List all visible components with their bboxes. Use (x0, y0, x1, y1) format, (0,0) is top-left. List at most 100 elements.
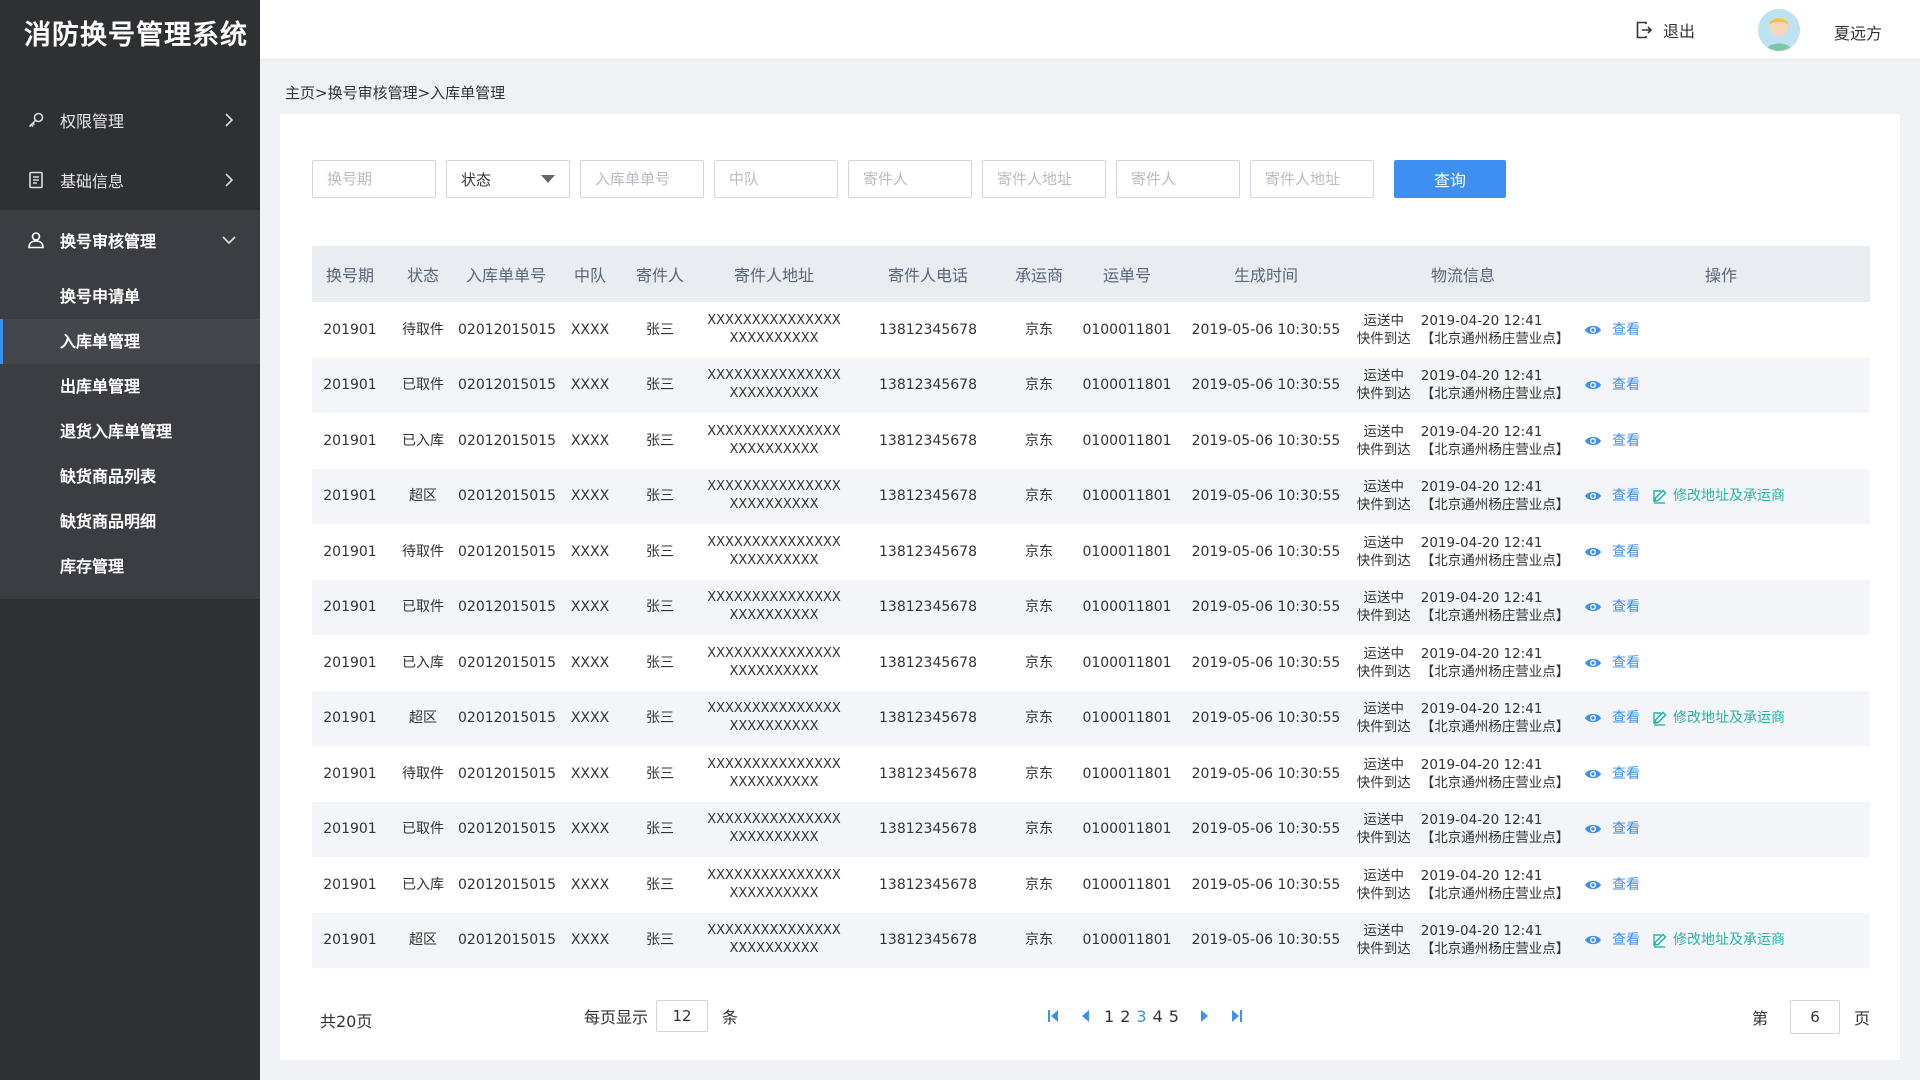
table-row: 201901 已取件 02012015015 XXXX 张三 XXXXXXXXXXXXXX… (312, 801, 1870, 858)
logistics-status-1: 运送中 (1363, 812, 1405, 829)
edit-address-carrier-button[interactable]: 修改地址及承运商 (1652, 709, 1785, 727)
waybill-cell: 0100011801 (1082, 765, 1172, 782)
page-number[interactable]: 5 (1169, 1007, 1179, 1026)
logistics-place: 【北京通州杨庄营业点】 (1420, 774, 1570, 791)
actions-cell: 查看 修改地址及承运商 (1572, 469, 1870, 525)
order-no-cell: 02012015015 (458, 377, 556, 394)
sender-address-cell: XXXXXXXXXXXXXXX XXXXXXXXXX (694, 358, 854, 414)
sidebar-sub-item-outbound[interactable]: 出库单管理 (0, 364, 260, 409)
next-page-icon[interactable] (1196, 1006, 1214, 1026)
chevron-right-icon (222, 173, 236, 187)
actions-cell: 查看 (1572, 802, 1870, 858)
view-button[interactable]: 查看 (1584, 765, 1640, 783)
sender-address-cell: XXXXXXXXXXXXXXX XXXXXXXXXX (694, 302, 854, 358)
order-no-cell: 02012015015 (458, 932, 556, 949)
view-button[interactable]: 查看 (1584, 598, 1640, 616)
order-no-input[interactable] (580, 160, 704, 198)
sidebar-sub-item-inventory[interactable]: 库存管理 (0, 544, 260, 589)
sender-input-2[interactable] (1116, 160, 1240, 198)
view-button[interactable]: 查看 (1584, 321, 1640, 339)
status-cell: 已入库 (402, 654, 444, 671)
status-select[interactable]: 状态 (446, 160, 570, 198)
view-label: 查看 (1612, 543, 1640, 560)
view-button[interactable]: 查看 (1584, 820, 1640, 838)
period-cell: 201901 (323, 932, 377, 949)
actions-cell: 查看 (1572, 580, 1870, 636)
phone-cell: 13812345678 (879, 488, 977, 505)
logistics-place: 【北京通州杨庄营业点】 (1420, 830, 1570, 847)
phone-cell: 13812345678 (879, 432, 977, 449)
logistics-status: 运送中 快件到达 (1357, 423, 1411, 459)
view-button[interactable]: 查看 (1584, 543, 1640, 561)
per-page-input[interactable] (656, 1000, 709, 1032)
sidebar-item-basic-info[interactable]: 基础信息 (0, 150, 260, 210)
sidebar-sub-item-inbound[interactable]: 入库单管理 (0, 319, 260, 364)
view-button[interactable]: 查看 (1584, 487, 1640, 505)
logistics-cell: 运送中 快件到达 2019-04-20 12:41 【北京通州杨庄营业点】 (1354, 857, 1572, 913)
address-line-2: XXXXXXXXXX (729, 552, 819, 568)
sender-cell: 张三 (646, 543, 674, 560)
query-button[interactable]: 查询 (1394, 160, 1506, 198)
goto-page-control: 第 页 (1752, 1000, 1870, 1034)
sender-input[interactable] (848, 160, 972, 198)
team-input[interactable] (714, 160, 838, 198)
table-header-row: 换号期 状态 入库单单号 中队 寄件人 寄件人地址 寄件人电话 承运商 运单号 … (312, 246, 1870, 302)
actions-cell: 查看 (1572, 302, 1870, 358)
first-page-icon[interactable] (1044, 1006, 1062, 1026)
table-row: 201901 已入库 02012015015 XXXX 张三 XXXXXXXXXXXXXX… (312, 413, 1870, 469)
order-no-cell: 02012015015 (458, 821, 556, 838)
sidebar-sub-item-shortage-detail[interactable]: 缺货商品明细 (0, 499, 260, 544)
status-cell: 已取件 (402, 821, 444, 838)
waybill-cell: 0100011801 (1082, 377, 1172, 394)
logistics-place: 【北京通州杨庄营业点】 (1420, 497, 1570, 514)
chevron-down-icon (222, 233, 236, 247)
logistics-place: 【北京通州杨庄营业点】 (1420, 330, 1570, 347)
address-line-2: XXXXXXXXXX (729, 719, 819, 735)
sender-address-input-2[interactable] (1250, 160, 1374, 198)
view-label: 查看 (1612, 821, 1640, 838)
view-button[interactable]: 查看 (1584, 432, 1640, 450)
edit-address-carrier-button[interactable]: 修改地址及承运商 (1652, 487, 1785, 505)
logistics-status-1: 运送中 (1363, 312, 1405, 329)
status-cell: 已入库 (402, 432, 444, 449)
logistics-status-2: 快件到达 (1356, 441, 1411, 458)
carrier-cell: 京东 (1025, 654, 1053, 671)
page-number[interactable]: 4 (1153, 1007, 1163, 1026)
logistics-detail: 2019-04-20 12:41 【北京通州杨庄营业点】 (1421, 645, 1570, 681)
team-cell: XXXX (570, 654, 610, 671)
sidebar-sub-item-shortage-list[interactable]: 缺货商品列表 (0, 454, 260, 499)
team-cell: XXXX (570, 710, 610, 727)
sidebar-item-permissions[interactable]: 权限管理 (0, 90, 260, 150)
page-number[interactable]: 1 (1104, 1007, 1114, 1026)
logistics-info: 运送中 快件到达 2019-04-20 12:41 【北京通州杨庄营业点】 (1354, 811, 1572, 847)
view-button[interactable]: 查看 (1584, 709, 1640, 727)
view-button[interactable]: 查看 (1584, 931, 1640, 949)
goto-page-input[interactable] (1789, 1000, 1840, 1034)
view-button[interactable]: 查看 (1584, 876, 1640, 894)
team-cell: XXXX (570, 876, 610, 893)
logistics-status-1: 运送中 (1363, 701, 1405, 718)
sidebar-sub-item-return[interactable]: 退货入库单管理 (0, 409, 260, 454)
sidebar-sub-item-apply[interactable]: 换号申请单 (0, 274, 260, 319)
last-page-icon[interactable] (1228, 1006, 1246, 1026)
prev-page-icon[interactable] (1076, 1006, 1094, 1026)
row-actions: 查看 修改地址及承运商 (1572, 931, 1870, 949)
view-button[interactable]: 查看 (1584, 654, 1640, 672)
avatar[interactable] (1758, 9, 1800, 51)
logout-button[interactable]: 退出 (1635, 18, 1695, 42)
logout-icon (1636, 21, 1653, 39)
period-input[interactable] (312, 160, 436, 198)
page-number[interactable]: 2 (1120, 1007, 1130, 1026)
column-header: 寄件人电话 (887, 266, 968, 285)
carrier-cell: 京东 (1025, 599, 1053, 616)
waybill-cell: 0100011801 (1082, 710, 1172, 727)
edit-address-carrier-button[interactable]: 修改地址及承运商 (1652, 931, 1785, 949)
period-cell: 201901 (323, 765, 377, 782)
logistics-status-1: 运送中 (1363, 923, 1405, 940)
view-button[interactable]: 查看 (1584, 376, 1640, 394)
carrier-cell: 京东 (1025, 377, 1053, 394)
user-name[interactable]: 夏远方 (1834, 20, 1882, 44)
sender-address-input[interactable] (982, 160, 1106, 198)
sidebar-item-review-management[interactable]: 换号审核管理 (0, 210, 260, 270)
page-number-current[interactable]: 3 (1136, 1007, 1146, 1026)
